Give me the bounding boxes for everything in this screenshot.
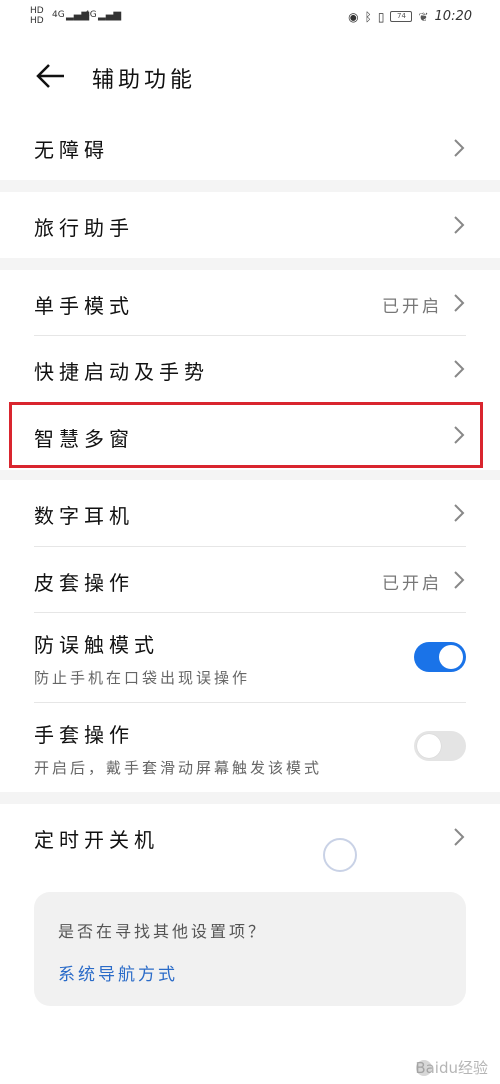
- sim1-hd-label: HD: [30, 6, 44, 16]
- row-label: 旅行助手: [34, 216, 134, 240]
- chevron-right-icon: [454, 828, 465, 846]
- toggle-knob: [417, 734, 441, 758]
- row-label: 数字耳机: [34, 504, 134, 528]
- highlight-box: [9, 402, 483, 468]
- row-label: 手套操作: [34, 723, 134, 747]
- row-cover-operation[interactable]: 皮套操作 已开启: [0, 547, 500, 611]
- row-description: 防止手机在口袋出现误操作: [34, 669, 251, 687]
- leaf-icon: ❦: [418, 9, 429, 24]
- sim-indicators: HD HD: [30, 6, 44, 26]
- row-label: 无障碍: [34, 138, 109, 162]
- glove-mode-toggle[interactable]: [414, 731, 466, 761]
- row-label: 定时开关机: [34, 828, 159, 852]
- row-accessibility[interactable]: 无障碍: [0, 118, 500, 178]
- suggestion-card: 是否在寻找其他设置项？ 系统导航方式: [34, 892, 466, 1006]
- chevron-right-icon: [454, 504, 465, 522]
- battery-icon: 74: [390, 11, 413, 22]
- section-gap: [0, 258, 500, 270]
- row-pocket-mode: 防误触模式 防止手机在口袋出现误操作: [0, 613, 500, 701]
- row-label: 皮套操作: [34, 571, 134, 595]
- row-label: 单手模式: [34, 294, 134, 318]
- status-text: 已开启: [382, 574, 442, 594]
- signal-icon: ▂▄▆: [98, 10, 122, 21]
- row-scheduled-power[interactable]: 定时开关机: [0, 806, 500, 868]
- chevron-right-icon: [454, 360, 465, 378]
- status-bar: HD HD 4G ▂▄▆ 4G ▂▄▆ ◉ ᛒ ▯ 74 ❦ 10:20: [0, 0, 500, 36]
- section-gap: [0, 792, 500, 804]
- suggestion-question: 是否在寻找其他设置项？: [58, 922, 268, 941]
- section-gap: [0, 180, 500, 192]
- row-label: 防误触模式: [34, 633, 159, 657]
- back-arrow-icon[interactable]: [34, 60, 66, 92]
- bluetooth-icon: ᛒ: [364, 9, 372, 24]
- clock: 10:20: [434, 9, 472, 24]
- header: 辅助功能: [0, 50, 500, 102]
- section-gap: [0, 470, 500, 480]
- vibrate-icon: ▯: [377, 9, 385, 24]
- chevron-right-icon: [454, 139, 465, 157]
- signal1-label: 4G: [52, 10, 65, 20]
- system-navigation-link[interactable]: 系统导航方式: [58, 960, 178, 985]
- chevron-right-icon: [454, 294, 465, 312]
- eye-comfort-icon: ◉: [348, 9, 359, 24]
- row-description: 开启后，戴手套滑动屏幕触发该模式: [34, 759, 323, 777]
- watermark: Baidu经验: [415, 1059, 488, 1077]
- row-travel-assistant[interactable]: 旅行助手: [0, 194, 500, 256]
- touch-indicator: [323, 838, 357, 872]
- chevron-right-icon: [454, 216, 465, 234]
- status-text: 已开启: [382, 297, 442, 317]
- row-quick-launch-gestures[interactable]: 快捷启动及手势: [0, 336, 500, 402]
- row-glove-mode: 手套操作 开启后，戴手套滑动屏幕触发该模式: [0, 703, 500, 791]
- page-title: 辅助功能: [92, 68, 197, 93]
- row-digital-headset[interactable]: 数字耳机: [0, 482, 500, 546]
- toggle-knob: [439, 645, 463, 669]
- signal2-label: 4G: [84, 10, 97, 20]
- status-icons: ◉ ᛒ ▯ 74 ❦ 10:20: [348, 9, 472, 24]
- row-one-hand-mode[interactable]: 单手模式 已开启: [0, 272, 500, 334]
- pocket-mode-toggle[interactable]: [414, 642, 466, 672]
- sim2-hd-label: HD: [30, 16, 44, 26]
- chevron-right-icon: [454, 571, 465, 589]
- row-label: 快捷启动及手势: [34, 360, 209, 384]
